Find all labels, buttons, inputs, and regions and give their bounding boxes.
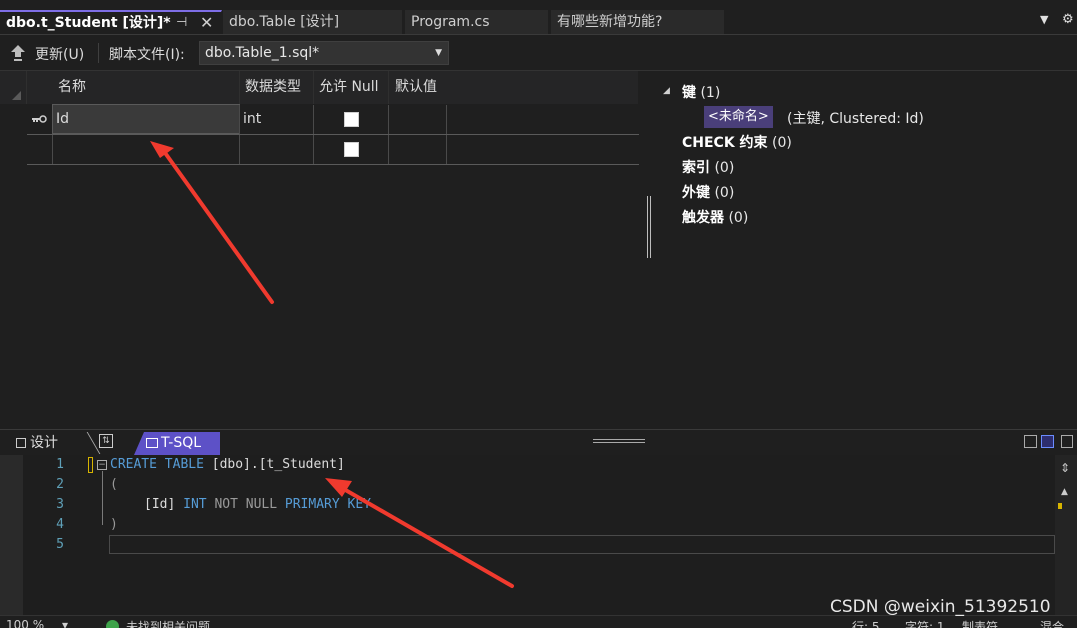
collapse-triangle-icon[interactable]: ◢ <box>663 86 670 96</box>
tsql-tab-label: T-SQL <box>161 435 202 451</box>
cell-column-name[interactable]: Id <box>52 104 240 134</box>
select-all-corner-icon[interactable] <box>12 91 21 100</box>
column-header-name[interactable]: 名称 <box>58 71 86 104</box>
index-label: 索引 <box>682 160 710 176</box>
line-number: 3 <box>56 497 64 512</box>
line-number: 5 <box>56 537 64 552</box>
foreign-keys-node[interactable]: 外键 (0) <box>682 182 734 202</box>
tab-label: dbo.t_Student [设计]* <box>6 15 171 31</box>
column-header-default[interactable]: 默认值 <box>395 71 437 104</box>
line-number: 1 <box>56 457 64 472</box>
check-circle-icon <box>106 620 119 628</box>
update-button[interactable]: 更新(U) <box>35 44 84 64</box>
script-file-select[interactable]: dbo.Table_1.sql* ▼ <box>199 41 449 65</box>
foreign-count: (0) <box>714 185 735 201</box>
design-tab-label: 设计 <box>30 435 58 451</box>
vertical-split-icon[interactable] <box>1024 435 1037 448</box>
tab-label: 有哪些新增功能? <box>557 14 663 30</box>
cell-data-type[interactable] <box>240 135 313 163</box>
column-header-allow-null[interactable]: 允许 Null <box>319 71 379 104</box>
scrollbar-change-marker <box>1058 503 1062 509</box>
triggers-node[interactable]: 触发器 (0) <box>682 207 748 227</box>
line-indicator: 行: 5 <box>852 620 880 628</box>
tab-mode[interactable]: 制表符 <box>962 618 998 628</box>
issues-status[interactable]: 未找到相关问题 <box>126 618 210 628</box>
allow-null-checkbox[interactable] <box>344 112 359 127</box>
keys-count: (1) <box>700 85 721 101</box>
line-number: 2 <box>56 477 64 492</box>
tsql-view-icon <box>146 438 158 448</box>
columns-grid: 名称 数据类型 允许 Null 默认值 Id int <box>0 71 640 429</box>
tab-t-student-design[interactable]: dbo.t_Student [设计]* ⊣ ✕ <box>0 10 222 34</box>
check-constraints-node[interactable]: CHECK 约束 (0) <box>682 132 792 152</box>
change-marker <box>88 457 93 473</box>
fold-guide <box>102 471 103 525</box>
check-label: CHECK 约束 <box>682 135 768 151</box>
panel-splitter-handle[interactable] <box>647 196 651 258</box>
table-row[interactable]: Id int <box>0 104 639 135</box>
key-entry-name[interactable]: <未命名> <box>704 106 773 128</box>
watermark: CSDN @weixin_51392510 <box>830 597 1051 617</box>
cell-default[interactable] <box>389 135 446 163</box>
tab-tsql-view[interactable]: T-SQL <box>134 432 220 455</box>
triggers-label: 触发器 <box>682 210 724 226</box>
tab-label: Program.cs <box>411 14 490 30</box>
tab-whats-new[interactable]: 有哪些新增功能? <box>551 10 725 34</box>
gear-icon[interactable]: ⚙ <box>1062 12 1074 27</box>
code-line-3: [Id] INT NOT NULL PRIMARY KEY <box>144 497 371 512</box>
horizontal-split-icon[interactable] <box>1041 435 1054 448</box>
triggers-count: (0) <box>728 210 749 226</box>
keys-label: 键 <box>682 85 696 101</box>
collapse-pane-icon[interactable] <box>1061 435 1073 448</box>
document-tab-strip: dbo.t_Student [设计]* ⊣ ✕ dbo.Table [设计] P… <box>0 0 1077 35</box>
script-file-label: 脚本文件(I): <box>109 47 185 63</box>
design-view-icon <box>16 438 26 448</box>
line-number: 4 <box>56 517 64 532</box>
script-file-value: dbo.Table_1.sql* <box>205 45 320 61</box>
line-ending-mode[interactable]: 混合 <box>1040 618 1064 628</box>
code-line-1: CREATE TABLE [dbo].[t_Student] <box>110 457 345 472</box>
scroll-up-icon[interactable]: ▲ <box>1061 487 1068 497</box>
foreign-label: 外键 <box>682 185 710 201</box>
collapse-icon[interactable]: − <box>97 460 107 470</box>
check-count: (0) <box>772 135 792 151</box>
splitter-grip-icon[interactable] <box>593 439 645 443</box>
tab-table-design[interactable]: dbo.Table [设计] <box>223 10 403 34</box>
indexes-node[interactable]: 索引 (0) <box>682 157 734 177</box>
update-arrow-icon[interactable] <box>10 44 26 62</box>
tab-program-cs[interactable]: Program.cs <box>405 10 549 34</box>
primary-key-icon <box>32 115 47 123</box>
index-count: (0) <box>714 160 735 176</box>
cell-data-type[interactable]: int <box>240 105 313 133</box>
chevron-down-icon[interactable]: ▾ <box>62 618 68 628</box>
designer-toolbar: 更新(U) 脚本文件(I): dbo.Table_1.sql* ▼ <box>0 35 1077 71</box>
cell-default[interactable] <box>389 105 446 133</box>
cell-column-name[interactable] <box>53 135 239 163</box>
row-selector[interactable] <box>27 135 53 164</box>
chevron-down-icon[interactable]: ▼ <box>1040 13 1048 26</box>
close-icon[interactable]: ✕ <box>200 12 213 34</box>
key-entry-detail: (主键, Clustered: Id) <box>787 111 924 127</box>
grid-header: 名称 数据类型 允许 Null 默认值 <box>0 71 638 104</box>
row-selector[interactable] <box>27 105 53 134</box>
char-indicator: 字符: 1 <box>905 620 945 628</box>
allow-null-checkbox[interactable] <box>344 142 359 157</box>
code-line-4: ) <box>110 517 118 532</box>
editor-vertical-scrollbar[interactable]: ⇕ ▲ <box>1055 455 1077 615</box>
pin-icon[interactable]: ⊣ <box>176 12 187 34</box>
current-line-highlight <box>109 535 1055 554</box>
table-row[interactable] <box>0 135 639 165</box>
column-header-type[interactable]: 数据类型 <box>245 71 301 104</box>
toolbar-separator <box>98 43 99 63</box>
keys-node[interactable]: 键 (1) <box>682 82 720 102</box>
swap-panes-icon[interactable]: ⇅ <box>99 434 113 448</box>
editor-margin <box>0 455 23 615</box>
code-line-2: ( <box>110 477 118 492</box>
split-window-icon[interactable]: ⇕ <box>1060 461 1070 475</box>
chevron-down-icon: ▼ <box>435 48 442 58</box>
pane-splitter-bar: 设计 ⇅ T-SQL <box>0 429 1077 455</box>
tab-label: dbo.Table [设计] <box>229 14 340 30</box>
zoom-level[interactable]: 100 % <box>6 618 44 628</box>
tsql-editor[interactable]: 1 2 3 4 5 − CREATE TABLE [dbo].[t_Studen… <box>0 455 1077 615</box>
